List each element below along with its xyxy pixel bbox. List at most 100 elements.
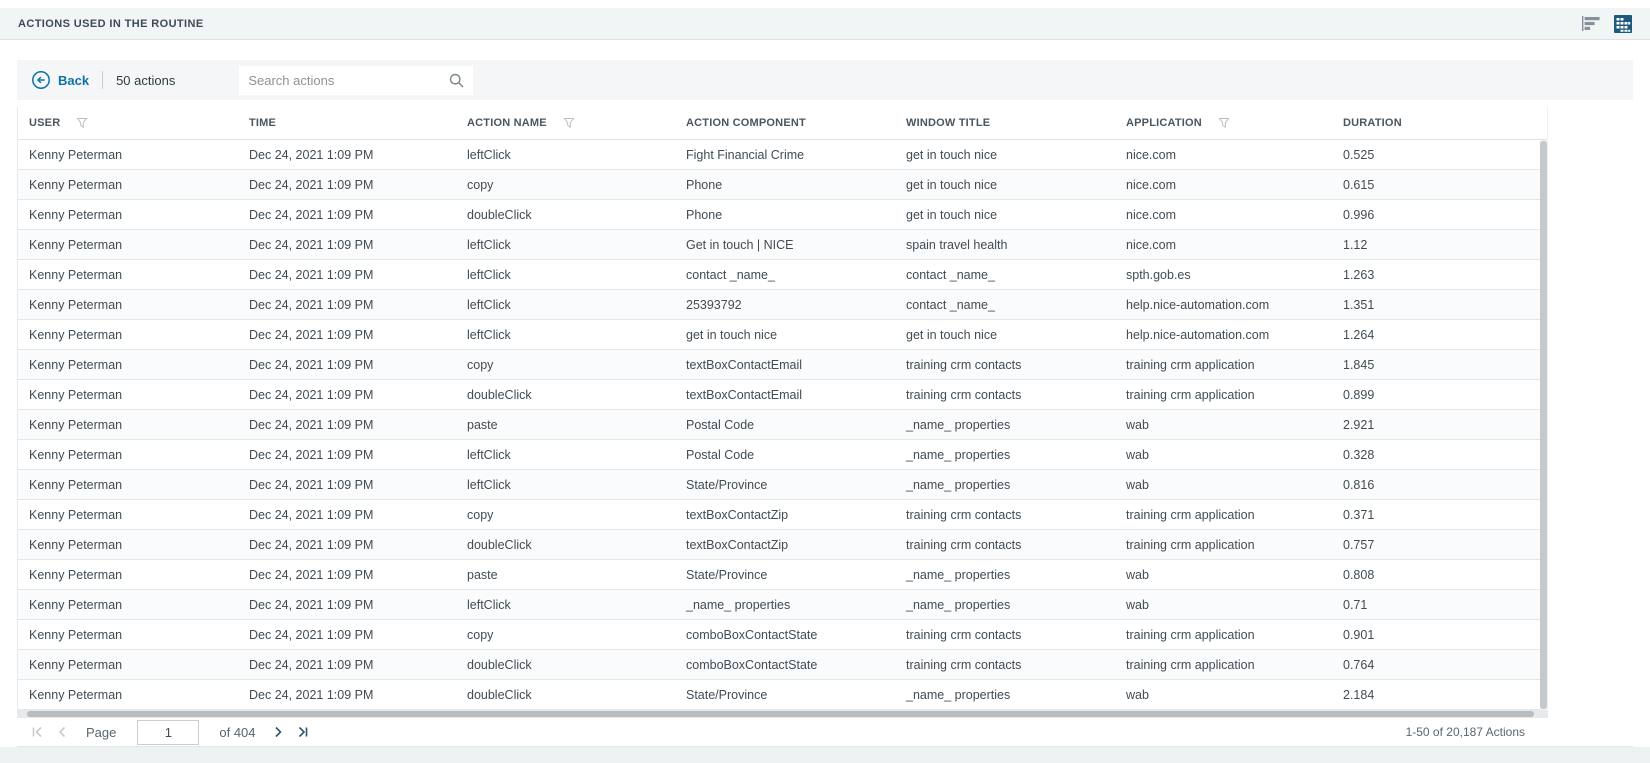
table-row[interactable]: Kenny Peterman Dec 24, 2021 1:09 PM left… xyxy=(18,470,1547,500)
cell-action-name: doubleClick xyxy=(456,538,675,552)
table-row[interactable]: Kenny Peterman Dec 24, 2021 1:09 PM doub… xyxy=(18,200,1547,230)
cell-time: Dec 24, 2021 1:09 PM xyxy=(238,538,456,552)
toolbar: Back 50 actions xyxy=(17,60,1633,100)
cell-window-title: training crm contacts xyxy=(895,538,1115,552)
table-row[interactable]: Kenny Peterman Dec 24, 2021 1:09 PM copy… xyxy=(18,170,1547,200)
cell-duration: 1.351 xyxy=(1332,298,1547,312)
cell-application: training crm application xyxy=(1115,508,1332,522)
table-body: Kenny Peterman Dec 24, 2021 1:09 PM left… xyxy=(18,140,1547,710)
first-page-button[interactable] xyxy=(30,725,44,739)
cell-action-name: leftClick xyxy=(456,598,675,612)
cell-window-title: _name_ properties xyxy=(895,418,1115,432)
next-page-button[interactable] xyxy=(271,725,285,739)
cell-action-component: 25393792 xyxy=(675,298,895,312)
search-icon[interactable] xyxy=(449,73,464,88)
cell-user: Kenny Peterman xyxy=(18,238,238,252)
cell-duration: 0.899 xyxy=(1332,388,1547,402)
filter-icon[interactable] xyxy=(563,117,575,129)
cell-action-name: leftClick xyxy=(456,148,675,162)
table-row[interactable]: Kenny Peterman Dec 24, 2021 1:09 PM left… xyxy=(18,440,1547,470)
search-input[interactable] xyxy=(248,73,449,88)
vertical-scrollbar[interactable] xyxy=(1540,140,1547,710)
panel-content: Back 50 actions USER xyxy=(0,40,1650,747)
cell-action-name: copy xyxy=(456,508,675,522)
table-row[interactable]: Kenny Peterman Dec 24, 2021 1:09 PM left… xyxy=(18,260,1547,290)
cell-user: Kenny Peterman xyxy=(18,658,238,672)
cell-action-name: copy xyxy=(456,178,675,192)
table-row[interactable]: Kenny Peterman Dec 24, 2021 1:09 PM copy… xyxy=(18,500,1547,530)
cell-time: Dec 24, 2021 1:09 PM xyxy=(238,388,456,402)
cell-time: Dec 24, 2021 1:09 PM xyxy=(238,358,456,372)
cell-window-title: training crm contacts xyxy=(895,388,1115,402)
cell-action-name: copy xyxy=(456,628,675,642)
vertical-scrollbar-thumb[interactable] xyxy=(1540,141,1547,709)
table-row[interactable]: Kenny Peterman Dec 24, 2021 1:09 PM doub… xyxy=(18,380,1547,410)
table-row[interactable]: Kenny Peterman Dec 24, 2021 1:09 PM doub… xyxy=(18,680,1547,710)
cell-user: Kenny Peterman xyxy=(18,628,238,642)
table-row[interactable]: Kenny Peterman Dec 24, 2021 1:09 PM left… xyxy=(18,140,1547,170)
table-row[interactable]: Kenny Peterman Dec 24, 2021 1:09 PM left… xyxy=(18,590,1547,620)
cell-window-title: training crm contacts xyxy=(895,628,1115,642)
cell-duration: 0.525 xyxy=(1332,148,1547,162)
cell-user: Kenny Peterman xyxy=(18,448,238,462)
cell-time: Dec 24, 2021 1:09 PM xyxy=(238,478,456,492)
cell-time: Dec 24, 2021 1:09 PM xyxy=(238,568,456,582)
table-row[interactable]: Kenny Peterman Dec 24, 2021 1:09 PM past… xyxy=(18,410,1547,440)
cell-duration: 0.764 xyxy=(1332,658,1547,672)
cell-window-title: training crm contacts xyxy=(895,358,1115,372)
cell-action-component: Phone xyxy=(675,178,895,192)
table-row[interactable]: Kenny Peterman Dec 24, 2021 1:09 PM copy… xyxy=(18,350,1547,380)
table-row[interactable]: Kenny Peterman Dec 24, 2021 1:09 PM doub… xyxy=(18,650,1547,680)
cell-action-name: copy xyxy=(456,358,675,372)
cell-time: Dec 24, 2021 1:09 PM xyxy=(238,148,456,162)
table-row[interactable]: Kenny Peterman Dec 24, 2021 1:09 PM copy… xyxy=(18,620,1547,650)
filter-icon[interactable] xyxy=(76,117,88,129)
cell-action-name: leftClick xyxy=(456,448,675,462)
table-header-row: USER TIME ACTION NAME ACTION COMPONENT xyxy=(18,107,1547,140)
filter-icon[interactable] xyxy=(1218,117,1230,129)
cell-user: Kenny Peterman xyxy=(18,598,238,612)
cell-duration: 0.371 xyxy=(1332,508,1547,522)
cell-user: Kenny Peterman xyxy=(18,208,238,222)
cell-window-title: contact _name_ xyxy=(895,298,1115,312)
last-page-button[interactable] xyxy=(296,725,310,739)
column-header-time: TIME xyxy=(238,117,456,129)
cell-time: Dec 24, 2021 1:09 PM xyxy=(238,508,456,522)
cell-action-component: comboBoxContactState xyxy=(675,628,895,642)
bar-chart-view-icon[interactable] xyxy=(1582,16,1601,31)
column-header-duration: DURATION xyxy=(1332,117,1547,129)
cell-duration: 0.901 xyxy=(1332,628,1547,642)
table-row[interactable]: Kenny Peterman Dec 24, 2021 1:09 PM past… xyxy=(18,560,1547,590)
page-number-input[interactable] xyxy=(137,720,199,745)
cell-application: help.nice-automation.com xyxy=(1115,298,1332,312)
horizontal-scrollbar-thumb[interactable] xyxy=(27,711,1534,717)
table-row[interactable]: Kenny Peterman Dec 24, 2021 1:09 PM left… xyxy=(18,290,1547,320)
cell-application: training crm application xyxy=(1115,388,1332,402)
previous-page-button[interactable] xyxy=(55,725,69,739)
cell-action-component: get in touch nice xyxy=(675,328,895,342)
cell-user: Kenny Peterman xyxy=(18,148,238,162)
table-row[interactable]: Kenny Peterman Dec 24, 2021 1:09 PM doub… xyxy=(18,530,1547,560)
back-arrow-icon xyxy=(31,70,51,90)
horizontal-scrollbar[interactable] xyxy=(17,710,1548,718)
toolbar-divider xyxy=(102,71,103,89)
table-row[interactable]: Kenny Peterman Dec 24, 2021 1:09 PM left… xyxy=(18,320,1547,350)
cell-action-component: Phone xyxy=(675,208,895,222)
back-button[interactable]: Back xyxy=(31,70,89,90)
cell-application: wab xyxy=(1115,478,1332,492)
cell-duration: 0.808 xyxy=(1332,568,1547,582)
top-strip xyxy=(0,0,1650,8)
cell-application: nice.com xyxy=(1115,208,1332,222)
cell-time: Dec 24, 2021 1:09 PM xyxy=(238,178,456,192)
table-row[interactable]: Kenny Peterman Dec 24, 2021 1:09 PM left… xyxy=(18,230,1547,260)
back-label: Back xyxy=(58,73,89,88)
table-view-icon[interactable] xyxy=(1614,15,1632,33)
cell-user: Kenny Peterman xyxy=(18,268,238,282)
cell-user: Kenny Peterman xyxy=(18,478,238,492)
cell-application: nice.com xyxy=(1115,148,1332,162)
cell-action-component: Get in touch | NICE xyxy=(675,238,895,252)
cell-window-title: _name_ properties xyxy=(895,478,1115,492)
cell-time: Dec 24, 2021 1:09 PM xyxy=(238,238,456,252)
cell-action-component: _name_ properties xyxy=(675,598,895,612)
cell-action-name: leftClick xyxy=(456,298,675,312)
